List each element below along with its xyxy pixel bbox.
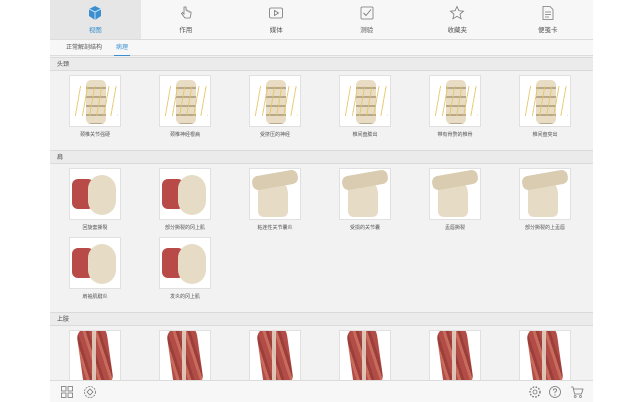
- pathology-item[interactable]: 部分撕裂的上盂唇: [500, 168, 590, 231]
- section-grid-upper-limb: [50, 326, 593, 380]
- tab-label: 视图: [88, 26, 102, 34]
- star-icon: [449, 5, 465, 20]
- thumbnail-image: [519, 330, 571, 380]
- settings-gear-icon[interactable]: [528, 385, 542, 399]
- grid-view-icon[interactable]: [60, 385, 74, 399]
- thumbnail-image: [519, 75, 571, 127]
- layers-icon[interactable]: [83, 385, 97, 399]
- thumbnail-image: [519, 168, 571, 220]
- pathology-item[interactable]: 肩袖肌腱炎: [50, 237, 140, 300]
- pathology-item[interactable]: 椎间盘突出: [500, 75, 590, 138]
- checkbox-icon: [360, 6, 374, 20]
- thumbnail-image: [159, 330, 211, 380]
- section-header-upper-limb: 上肢: [50, 312, 593, 326]
- pathology-item[interactable]: [410, 330, 500, 380]
- tab-label: 媒体: [269, 26, 283, 34]
- pathology-item[interactable]: 回旋套撕裂: [50, 168, 140, 231]
- pathology-item[interactable]: [50, 330, 140, 380]
- pathology-item[interactable]: 椎间盘膨出: [320, 75, 410, 138]
- play-icon: [269, 7, 284, 19]
- thumbnail-image: [159, 237, 211, 289]
- thumbnail-image: [429, 168, 481, 220]
- cart-icon[interactable]: [570, 385, 584, 399]
- thumbnail-image: [69, 168, 121, 220]
- item-label: 椎间盘膨出: [352, 132, 378, 138]
- section-grid-shoulder: 回旋套撕裂 部分撕裂的冈上肌 粘连性关节囊炎 受损的关节囊 盂唇撕裂 部分撕裂的…: [50, 164, 593, 312]
- item-label: 部分撕裂的上盂唇: [524, 225, 565, 231]
- note-card-icon: [542, 6, 554, 20]
- item-label: 部分撕裂的冈上肌: [164, 225, 205, 231]
- tab-favorites[interactable]: 收藏夹: [412, 0, 503, 39]
- hand-pointer-icon: [180, 6, 192, 19]
- tab-media[interactable]: 媒体: [231, 0, 322, 39]
- tab-view[interactable]: 视图: [50, 0, 141, 39]
- item-label: 盂唇撕裂: [444, 225, 465, 231]
- thumbnail-image: [339, 330, 391, 380]
- pathology-item[interactable]: 部分撕裂的冈上肌: [140, 168, 230, 231]
- tab-label: 收藏夹: [447, 26, 468, 34]
- item-label: 发炎的冈上肌: [169, 294, 200, 300]
- section-grid-head-neck: 颈椎关节强硬 颈椎神经根病 受挤压的神经 椎间盘膨出 带有骨赘的椎骨 椎间盘突出: [50, 71, 593, 150]
- thumbnail-image: [429, 330, 481, 380]
- tab-notecards[interactable]: 便笺卡: [503, 0, 594, 39]
- tab-action[interactable]: 作用: [141, 0, 232, 39]
- pathology-item[interactable]: 盂唇撕裂: [410, 168, 500, 231]
- pathology-item[interactable]: [320, 330, 410, 380]
- pathology-item[interactable]: 受挤压的神经: [230, 75, 320, 138]
- pathology-item[interactable]: 受损的关节囊: [320, 168, 410, 231]
- content-scroll-area[interactable]: 头颈 颈椎关节强硬 颈椎神经根病 受挤压的神经 椎间盘膨出 带有骨赘的椎骨 椎间…: [50, 57, 593, 380]
- pathology-item[interactable]: [230, 330, 320, 380]
- sub-tab-bar: 正常解剖结构 病理: [50, 40, 593, 56]
- item-label: 回旋套撕裂: [82, 225, 108, 231]
- pathology-item[interactable]: 颈椎关节强硬: [50, 75, 140, 138]
- item-label: 粘连性关节囊炎: [257, 225, 293, 231]
- thumbnail-image: [249, 330, 301, 380]
- pathology-item[interactable]: [500, 330, 590, 380]
- thumbnail-image: [249, 75, 301, 127]
- thumbnail-image: [249, 168, 301, 220]
- pathology-item[interactable]: 颈椎神经根病: [140, 75, 230, 138]
- tab-label: 便笺卡: [538, 26, 558, 34]
- thumbnail-image: [69, 75, 121, 127]
- item-label: 受挤压的神经: [259, 132, 290, 138]
- thumbnail-image: [429, 75, 481, 127]
- subtab-normal-anatomy[interactable]: 正常解剖结构: [66, 40, 102, 56]
- item-label: 肩袖肌腱炎: [82, 294, 108, 300]
- thumbnail-image: [159, 168, 211, 220]
- tab-label: 测验: [360, 26, 374, 34]
- tab-label: 作用: [179, 26, 193, 34]
- item-label: 颈椎神经根病: [169, 132, 200, 138]
- item-label: 受损的关节囊: [349, 225, 380, 231]
- pathology-item[interactable]: 发炎的冈上肌: [140, 237, 230, 300]
- section-header-shoulder: 肩: [50, 150, 593, 164]
- section-header-head-neck: 头颈: [50, 57, 593, 71]
- thumbnail-image: [339, 168, 391, 220]
- thumbnail-image: [159, 75, 211, 127]
- pathology-item[interactable]: [140, 330, 230, 380]
- subtab-pathology[interactable]: 病理: [114, 40, 131, 56]
- pathology-item[interactable]: 粘连性关节囊炎: [230, 168, 320, 231]
- app-window: 视图 作用 媒体 测验 收藏夹 便笺卡 正常解剖结构 病理 头颈 颈椎关节强硬 …: [50, 0, 593, 402]
- item-label: 椎间盘突出: [532, 132, 558, 138]
- thumbnail-image: [69, 330, 121, 380]
- top-tab-bar: 视图 作用 媒体 测验 收藏夹 便笺卡: [50, 0, 593, 40]
- item-label: 颈椎关节强硬: [79, 132, 110, 138]
- help-icon[interactable]: [548, 385, 562, 399]
- tab-quiz[interactable]: 测验: [322, 0, 413, 39]
- thumbnail-image: [69, 237, 121, 289]
- thumbnail-image: [339, 75, 391, 127]
- cube-icon: [89, 6, 102, 20]
- pathology-item[interactable]: 带有骨赘的椎骨: [410, 75, 500, 138]
- bottom-toolbar: [50, 380, 593, 402]
- item-label: 带有骨赘的椎骨: [437, 132, 473, 138]
